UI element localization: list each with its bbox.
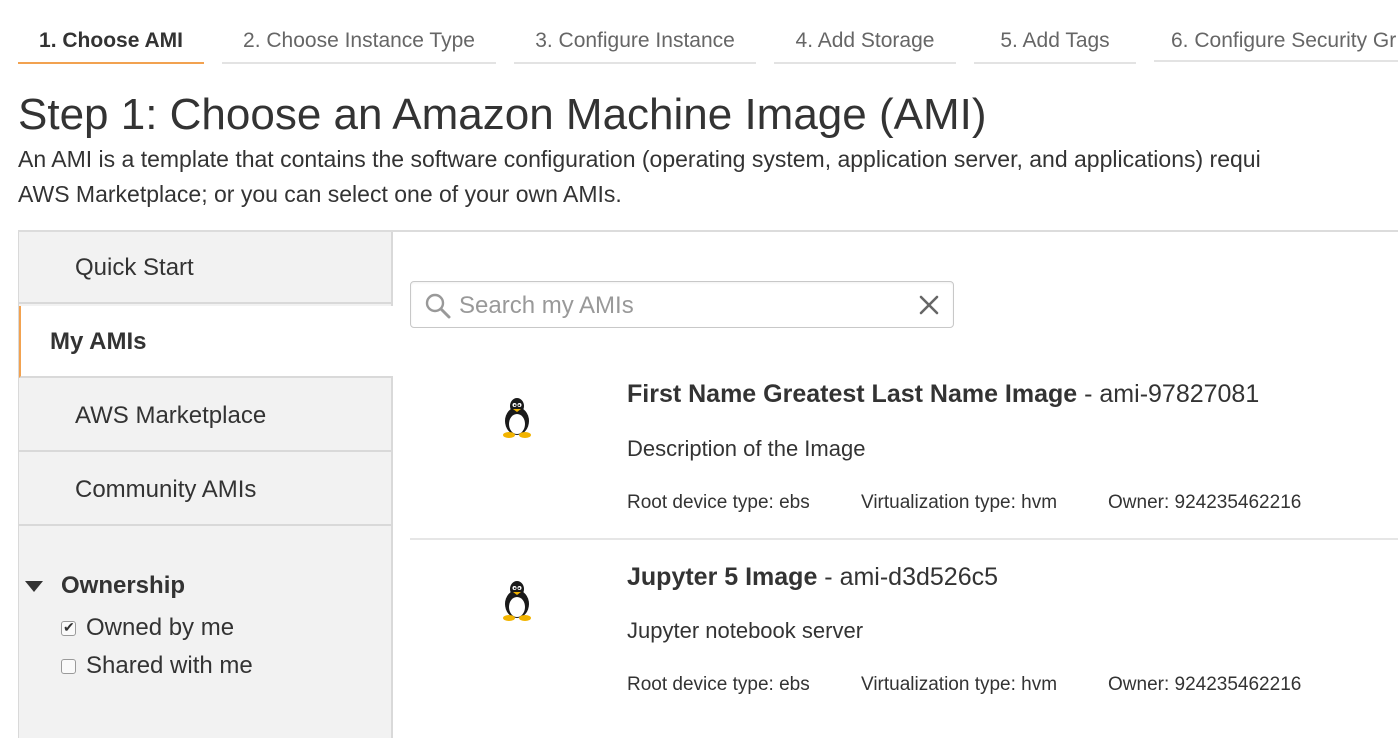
ownership-heading: Ownership — [61, 572, 186, 599]
virtualization-type: Virtualization type: hvm — [861, 674, 1058, 695]
root-device-type: Root device type: ebs — [627, 674, 810, 695]
owned-by-me-checkbox[interactable] — [61, 619, 76, 636]
triangle-down-icon — [25, 580, 43, 592]
tab-choose-ami[interactable]: 1. Choose AMI — [18, 22, 204, 64]
shared-with-me-label: Shared with me — [86, 652, 253, 679]
intro-line-1: An AMI is a template that contains the s… — [18, 146, 1261, 172]
tab-choose-instance-type[interactable]: 2. Choose Instance Type — [222, 22, 496, 64]
ami-id: - ami-d3d526c5 — [817, 563, 999, 591]
ami-owner: Owner: 924235462216 — [1108, 492, 1302, 513]
tab-add-storage[interactable]: 4. Add Storage — [774, 22, 956, 64]
intro-line-2: AWS Marketplace; or you can select one o… — [18, 181, 622, 207]
page-intro: An AMI is a template that contains the s… — [18, 142, 1261, 212]
virtualization-type: Virtualization type: hvm — [861, 492, 1058, 513]
ami-panel: Quick Start My AMIs AWS Marketplace Comm… — [18, 230, 1398, 738]
ami-description: Jupyter notebook server — [627, 618, 864, 643]
linux-tux-icon — [503, 398, 531, 438]
owned-by-me-label: Owned by me — [86, 614, 235, 641]
ami-id: - ami-97827081 — [1077, 380, 1260, 408]
owned-by-me-option[interactable]: Owned by me — [61, 614, 253, 642]
ami-name: First Name Greatest Last Name Image — [627, 380, 1078, 408]
ami-title: First Name Greatest Last Name Image - am… — [627, 380, 1259, 409]
root-device-type: Root device type: ebs — [627, 492, 810, 513]
sidebar: Quick Start My AMIs AWS Marketplace Comm… — [18, 232, 393, 738]
ownership-filter: Ownership Owned by me Shared with me — [25, 572, 253, 680]
shared-with-me-checkbox[interactable] — [61, 658, 76, 674]
search-icon — [425, 293, 451, 319]
wizard-tabs: 1. Choose AMI 2. Choose Instance Type 3.… — [18, 22, 1398, 64]
ami-title: Jupyter 5 Image - ami-d3d526c5 — [627, 563, 998, 592]
ami-owner: Owner: 924235462216 — [1108, 674, 1302, 695]
sidebar-item-my-amis[interactable]: My AMIs — [19, 306, 393, 378]
clear-search-icon[interactable] — [917, 293, 941, 317]
tab-configure-instance[interactable]: 3. Configure Instance — [514, 22, 756, 64]
tab-configure-security-group[interactable]: 6. Configure Security Gr — [1154, 22, 1398, 62]
shared-with-me-option[interactable]: Shared with me — [61, 652, 253, 680]
linux-tux-icon — [503, 581, 531, 621]
ami-list-item[interactable]: Jupyter 5 Image - ami-d3d526c5 Jupyter n… — [410, 540, 1398, 738]
sidebar-item-aws-marketplace[interactable]: AWS Marketplace — [19, 380, 391, 452]
tab-add-tags[interactable]: 5. Add Tags — [974, 22, 1136, 64]
ami-description: Description of the Image — [627, 436, 866, 461]
ami-list-item[interactable]: First Name Greatest Last Name Image - am… — [410, 360, 1398, 540]
sidebar-item-quick-start[interactable]: Quick Start — [19, 232, 391, 304]
ownership-toggle[interactable]: Ownership — [25, 572, 253, 600]
page-title: Step 1: Choose an Amazon Machine Image (… — [18, 90, 987, 139]
search-box — [410, 281, 954, 328]
ami-name: Jupyter 5 Image — [627, 563, 818, 591]
search-input[interactable] — [457, 288, 901, 323]
sidebar-item-community-amis[interactable]: Community AMIs — [19, 454, 391, 526]
